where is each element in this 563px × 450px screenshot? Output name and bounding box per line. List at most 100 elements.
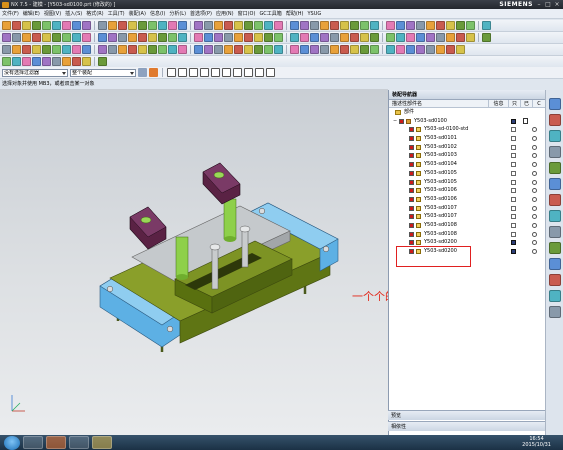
- expand-toggle-icon[interactable]: −: [393, 118, 397, 124]
- pattern-icon[interactable]: [32, 33, 41, 42]
- taskbar-app-3[interactable]: [69, 436, 89, 449]
- bounded-grid-point-snap-icon[interactable]: [266, 68, 275, 77]
- web-link-icon[interactable]: [549, 306, 561, 318]
- menu-analysis[interactable]: 分析(L): [169, 10, 186, 17]
- hole-icon[interactable]: [128, 21, 137, 30]
- redo-icon[interactable]: [72, 21, 81, 30]
- command-finder-icon[interactable]: [386, 21, 395, 30]
- arc-center-snap-icon[interactable]: [211, 68, 220, 77]
- new-file-icon[interactable]: [446, 21, 455, 30]
- palette-icon[interactable]: [549, 290, 561, 302]
- point-on-face-snap-icon[interactable]: [255, 68, 264, 77]
- column-modified[interactable]: 已: [521, 100, 533, 107]
- menu-gc-toolkit[interactable]: GC工具箱: [259, 10, 281, 17]
- undo-list-icon[interactable]: [2, 57, 11, 66]
- blend-icon[interactable]: [386, 33, 395, 42]
- component-radio[interactable]: [532, 162, 537, 168]
- circle-icon[interactable]: [128, 45, 137, 54]
- history-icon[interactable]: [549, 194, 561, 206]
- fillet-curve-icon[interactable]: [300, 45, 309, 54]
- point-icon[interactable]: [42, 45, 51, 54]
- assembly-navigator-icon[interactable]: [549, 98, 561, 110]
- mirror-icon[interactable]: [168, 33, 177, 42]
- fillet-curve-icon[interactable]: [82, 45, 91, 54]
- component-checkbox[interactable]: [409, 214, 414, 220]
- wcs-icon[interactable]: [42, 57, 51, 66]
- blend-icon[interactable]: [128, 33, 137, 42]
- filter-reset-icon[interactable]: [149, 68, 158, 77]
- line-icon[interactable]: [320, 45, 329, 54]
- extrude-icon[interactable]: [254, 21, 263, 30]
- undo-icon[interactable]: [214, 21, 223, 30]
- revolve-icon[interactable]: [118, 21, 127, 30]
- section-view-icon[interactable]: [52, 57, 61, 66]
- save-icon[interactable]: [466, 21, 475, 30]
- shell-icon[interactable]: [274, 33, 283, 42]
- datum-axis-icon[interactable]: [118, 33, 127, 42]
- open-file-icon[interactable]: [456, 21, 465, 30]
- save-icon[interactable]: [22, 21, 31, 30]
- bridge-curve-icon[interactable]: [72, 45, 81, 54]
- part-navigator-icon[interactable]: [549, 130, 561, 142]
- new-file-icon[interactable]: [148, 21, 157, 30]
- offset-curve-icon[interactable]: [158, 45, 167, 54]
- readonly-checkbox[interactable]: [511, 205, 516, 211]
- windows-start-icon[interactable]: [4, 435, 20, 450]
- quadrant-point-snap-icon[interactable]: [222, 68, 231, 77]
- pattern-icon[interactable]: [416, 33, 425, 42]
- maximize-button[interactable]: □: [544, 1, 552, 8]
- split-body-icon[interactable]: [320, 33, 329, 42]
- subtract-icon[interactable]: [214, 33, 223, 42]
- selection-scope-dropdown[interactable]: 整个装配: [70, 68, 136, 77]
- control-point-snap-icon[interactable]: [189, 68, 198, 77]
- component-row[interactable]: Y503-sd0106: [389, 186, 545, 195]
- cut-icon[interactable]: [32, 21, 41, 30]
- menu-view[interactable]: 视图(V): [44, 10, 61, 17]
- revolve-icon[interactable]: [416, 21, 425, 30]
- subtract-icon[interactable]: [466, 33, 475, 42]
- paste-icon[interactable]: [204, 21, 213, 30]
- trim-body-icon[interactable]: [436, 33, 445, 42]
- boss-icon[interactable]: [138, 21, 147, 30]
- intersect-icon[interactable]: [98, 33, 107, 42]
- trim-body-icon[interactable]: [52, 33, 61, 42]
- spline-icon[interactable]: [244, 45, 253, 54]
- offset-curve-icon[interactable]: [264, 45, 273, 54]
- menu-info[interactable]: 信息(I): [150, 10, 165, 17]
- chamfer-icon[interactable]: [264, 33, 273, 42]
- bridge-curve-icon[interactable]: [396, 45, 405, 54]
- sketch-icon[interactable]: [396, 21, 405, 30]
- column-c[interactable]: C: [533, 100, 545, 107]
- component-row[interactable]: Y503-sd0102: [389, 143, 545, 152]
- process-studio-icon[interactable]: [549, 226, 561, 238]
- circle-icon[interactable]: [446, 45, 455, 54]
- save-icon[interactable]: [320, 21, 329, 30]
- trim-curve-icon[interactable]: [310, 45, 319, 54]
- datum-plane-icon[interactable]: [108, 33, 117, 42]
- readonly-checkbox[interactable]: [511, 188, 516, 194]
- bridge-curve-icon[interactable]: [178, 45, 187, 54]
- trim-body-icon[interactable]: [178, 33, 187, 42]
- menu-format[interactable]: 格式(R): [86, 10, 103, 17]
- system-scene-icon[interactable]: [549, 274, 561, 286]
- readonly-checkbox[interactable]: [511, 127, 516, 133]
- blend-icon[interactable]: [254, 33, 263, 42]
- intersect-icon[interactable]: [350, 33, 359, 42]
- project-curve-icon[interactable]: [168, 45, 177, 54]
- web-browser-icon[interactable]: [549, 178, 561, 190]
- offset-curve-icon[interactable]: [370, 45, 379, 54]
- graphics-viewport[interactable]: [0, 89, 388, 435]
- component-radio[interactable]: [532, 153, 537, 159]
- point-icon[interactable]: [360, 45, 369, 54]
- menu-ysug[interactable]: YSUG: [307, 11, 321, 17]
- arc-icon[interactable]: [12, 45, 21, 54]
- hole-icon[interactable]: [274, 21, 283, 30]
- subtract-icon[interactable]: [340, 33, 349, 42]
- trim-curve-icon[interactable]: [98, 45, 107, 54]
- shell-icon[interactable]: [406, 33, 415, 42]
- component-radio[interactable]: [532, 127, 537, 133]
- menu-insert[interactable]: 插入(S): [65, 10, 82, 17]
- shell-icon[interactable]: [22, 33, 31, 42]
- layer-settings-icon[interactable]: [22, 57, 31, 66]
- split-body-icon[interactable]: [446, 33, 455, 42]
